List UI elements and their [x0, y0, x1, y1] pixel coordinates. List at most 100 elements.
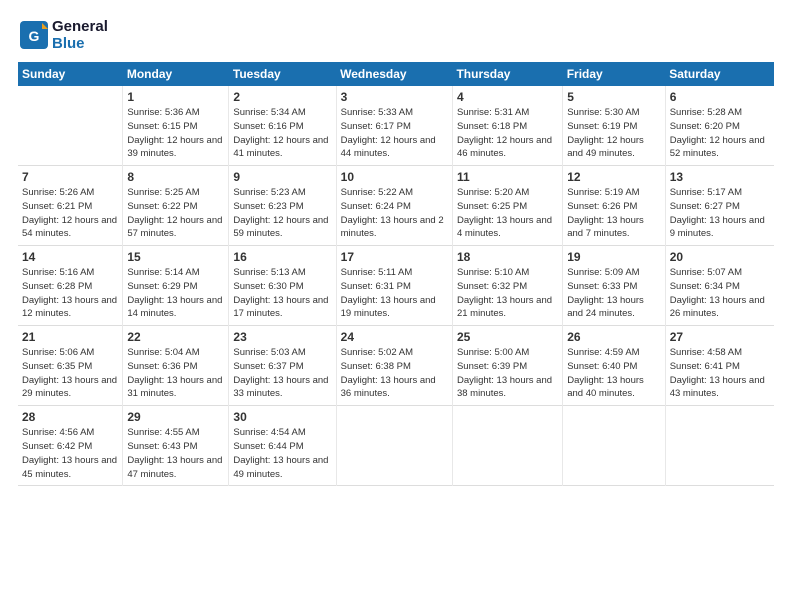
- day-cell: 5Sunrise: 5:30 AMSunset: 6:19 PMDaylight…: [563, 86, 665, 166]
- day-number: 8: [127, 170, 224, 184]
- week-row: 14 Sunrise: 5:16 AMSunset: 6:28 PMDayligh…: [18, 246, 774, 326]
- day-info: Sunrise: 4:58 AMSunset: 6:41 PMDaylight:…: [670, 346, 770, 401]
- header: G General Blue: [18, 18, 774, 52]
- day-info: Sunrise: 5:10 AMSunset: 6:32 PMDaylight:…: [457, 266, 558, 321]
- day-number: 9: [233, 170, 331, 184]
- day-info: Sunrise: 5:26 AMSunset: 6:21 PMDaylight:…: [22, 186, 118, 241]
- week-row: 7 Sunrise: 5:26 AMSunset: 6:21 PMDaylight…: [18, 166, 774, 246]
- day-info: Sunrise: 5:02 AMSunset: 6:38 PMDaylight:…: [341, 346, 448, 401]
- week-row: 28 Sunrise: 4:56 AMSunset: 6:42 PMDayligh…: [18, 406, 774, 486]
- day-cell: 4 Sunrise: 5:31 AMSunset: 6:18 PMDaylight…: [452, 86, 562, 166]
- day-cell: [336, 406, 452, 486]
- day-number: 7: [22, 170, 118, 184]
- calendar-header: SundayMondayTuesdayWednesdayThursdayFrid…: [18, 62, 774, 86]
- page: G General Blue SundayMondayTuesdayWednes…: [0, 0, 792, 612]
- day-info: Sunrise: 4:54 AMSunset: 6:44 PMDaylight:…: [233, 426, 331, 481]
- day-info: Sunrise: 5:34 AMSunset: 6:16 PMDaylight:…: [233, 106, 331, 161]
- day-number: 15: [127, 250, 224, 264]
- weekday-header: Thursday: [452, 62, 562, 86]
- day-number: 29: [127, 410, 224, 424]
- svg-text:G: G: [29, 28, 40, 44]
- day-cell: 8 Sunrise: 5:25 AMSunset: 6:22 PMDaylight…: [123, 166, 229, 246]
- day-info: Sunrise: 5:04 AMSunset: 6:36 PMDaylight:…: [127, 346, 224, 401]
- logo-blue: Blue: [52, 35, 108, 52]
- day-info: Sunrise: 5:30 AMSunset: 6:19 PMDaylight:…: [567, 106, 660, 161]
- day-number: 26: [567, 330, 660, 344]
- day-info: Sunrise: 5:03 AMSunset: 6:37 PMDaylight:…: [233, 346, 331, 401]
- day-info: Sunrise: 5:13 AMSunset: 6:30 PMDaylight:…: [233, 266, 331, 321]
- calendar-table: SundayMondayTuesdayWednesdayThursdayFrid…: [18, 62, 774, 486]
- day-number: 12: [567, 170, 660, 184]
- day-cell: 24 Sunrise: 5:02 AMSunset: 6:38 PMDayligh…: [336, 326, 452, 406]
- day-cell: 12 Sunrise: 5:19 AMSunset: 6:26 PMDayligh…: [563, 166, 665, 246]
- day-cell: 25 Sunrise: 5:00 AMSunset: 6:39 PMDayligh…: [452, 326, 562, 406]
- day-cell: 17Sunrise: 5:11 AMSunset: 6:31 PMDayligh…: [336, 246, 452, 326]
- day-cell: 1 Sunrise: 5:36 AMSunset: 6:15 PMDaylight…: [123, 86, 229, 166]
- day-cell: 26 Sunrise: 4:59 AMSunset: 6:40 PMDayligh…: [563, 326, 665, 406]
- day-number: 17: [341, 250, 448, 264]
- day-cell: 9 Sunrise: 5:23 AMSunset: 6:23 PMDaylight…: [229, 166, 336, 246]
- day-number: 1: [127, 90, 224, 104]
- day-number: 24: [341, 330, 448, 344]
- day-cell: [452, 406, 562, 486]
- day-info: Sunrise: 5:06 AMSunset: 6:35 PMDaylight:…: [22, 346, 118, 401]
- day-number: 4: [457, 90, 558, 104]
- day-number: 28: [22, 410, 118, 424]
- day-cell: 15 Sunrise: 5:14 AMSunset: 6:29 PMDayligh…: [123, 246, 229, 326]
- day-cell: 2 Sunrise: 5:34 AMSunset: 6:16 PMDaylight…: [229, 86, 336, 166]
- day-info: Sunrise: 5:17 AMSunset: 6:27 PMDaylight:…: [670, 186, 770, 241]
- day-number: 11: [457, 170, 558, 184]
- day-cell: 6 Sunrise: 5:28 AMSunset: 6:20 PMDaylight…: [665, 86, 774, 166]
- day-info: Sunrise: 5:00 AMSunset: 6:39 PMDaylight:…: [457, 346, 558, 401]
- day-number: 16: [233, 250, 331, 264]
- header-row: SundayMondayTuesdayWednesdayThursdayFrid…: [18, 62, 774, 86]
- day-cell: 16 Sunrise: 5:13 AMSunset: 6:30 PMDayligh…: [229, 246, 336, 326]
- day-cell: 13 Sunrise: 5:17 AMSunset: 6:27 PMDayligh…: [665, 166, 774, 246]
- day-info: Sunrise: 5:31 AMSunset: 6:18 PMDaylight:…: [457, 106, 558, 161]
- day-number: 2: [233, 90, 331, 104]
- day-info: Sunrise: 5:09 AMSunset: 6:33 PMDaylight:…: [567, 266, 660, 321]
- day-number: 3: [341, 90, 448, 104]
- weekday-header: Sunday: [18, 62, 123, 86]
- day-number: 6: [670, 90, 770, 104]
- day-info: Sunrise: 5:14 AMSunset: 6:29 PMDaylight:…: [127, 266, 224, 321]
- logo-general: General: [52, 18, 108, 35]
- day-cell: 28 Sunrise: 4:56 AMSunset: 6:42 PMDayligh…: [18, 406, 123, 486]
- day-cell: 10Sunrise: 5:22 AMSunset: 6:24 PMDayligh…: [336, 166, 452, 246]
- day-number: 19: [567, 250, 660, 264]
- day-cell: 3 Sunrise: 5:33 AMSunset: 6:17 PMDaylight…: [336, 86, 452, 166]
- weekday-header: Saturday: [665, 62, 774, 86]
- day-info: Sunrise: 5:19 AMSunset: 6:26 PMDaylight:…: [567, 186, 660, 241]
- day-cell: 11 Sunrise: 5:20 AMSunset: 6:25 PMDayligh…: [452, 166, 562, 246]
- day-info: Sunrise: 5:36 AMSunset: 6:15 PMDaylight:…: [127, 106, 224, 161]
- day-cell: 27 Sunrise: 4:58 AMSunset: 6:41 PMDayligh…: [665, 326, 774, 406]
- weekday-header: Wednesday: [336, 62, 452, 86]
- logo: G General Blue: [18, 18, 108, 52]
- day-info: Sunrise: 4:55 AMSunset: 6:43 PMDaylight:…: [127, 426, 224, 481]
- day-number: 27: [670, 330, 770, 344]
- day-cell: 30 Sunrise: 4:54 AMSunset: 6:44 PMDayligh…: [229, 406, 336, 486]
- day-number: 10: [341, 170, 448, 184]
- day-number: 18: [457, 250, 558, 264]
- day-info: Sunrise: 5:16 AMSunset: 6:28 PMDaylight:…: [22, 266, 118, 321]
- day-cell: 23 Sunrise: 5:03 AMSunset: 6:37 PMDayligh…: [229, 326, 336, 406]
- day-info: Sunrise: 5:20 AMSunset: 6:25 PMDaylight:…: [457, 186, 558, 241]
- day-info: Sunrise: 5:07 AMSunset: 6:34 PMDaylight:…: [670, 266, 770, 321]
- day-number: 23: [233, 330, 331, 344]
- day-info: Sunrise: 5:28 AMSunset: 6:20 PMDaylight:…: [670, 106, 770, 161]
- calendar-body: 1 Sunrise: 5:36 AMSunset: 6:15 PMDaylight…: [18, 86, 774, 486]
- day-number: 13: [670, 170, 770, 184]
- day-info: Sunrise: 5:25 AMSunset: 6:22 PMDaylight:…: [127, 186, 224, 241]
- day-info: Sunrise: 5:33 AMSunset: 6:17 PMDaylight:…: [341, 106, 448, 161]
- day-info: Sunrise: 5:23 AMSunset: 6:23 PMDaylight:…: [233, 186, 331, 241]
- day-number: 20: [670, 250, 770, 264]
- day-number: 14: [22, 250, 118, 264]
- day-info: Sunrise: 4:59 AMSunset: 6:40 PMDaylight:…: [567, 346, 660, 401]
- day-info: Sunrise: 4:56 AMSunset: 6:42 PMDaylight:…: [22, 426, 118, 481]
- day-number: 30: [233, 410, 331, 424]
- day-cell: 22Sunrise: 5:04 AMSunset: 6:36 PMDayligh…: [123, 326, 229, 406]
- day-cell: [18, 86, 123, 166]
- week-row: 1 Sunrise: 5:36 AMSunset: 6:15 PMDaylight…: [18, 86, 774, 166]
- weekday-header: Tuesday: [229, 62, 336, 86]
- day-number: 25: [457, 330, 558, 344]
